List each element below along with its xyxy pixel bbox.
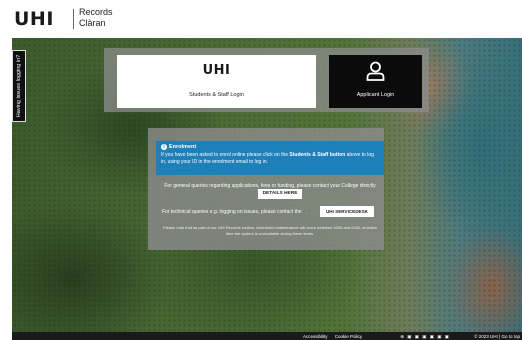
app-title-line2: Clàran	[79, 18, 106, 28]
enrolment-text-bold: Students & Staff button	[289, 152, 346, 158]
footer-bar: Accessibility Cookie Policy ⊕ ▣ ▣ ▣ ▣ ▣ …	[12, 332, 522, 340]
logo-divider	[73, 9, 74, 29]
enrolment-notice: i Enrolment If you have been asked to en…	[156, 141, 384, 175]
cookie-policy-link[interactable]: Cookie Policy	[335, 334, 362, 339]
enrolment-text-before: If you have been asked to enrol online p…	[161, 152, 290, 158]
enrolment-title-text: Enrolment	[169, 144, 197, 150]
help-tab[interactable]: Having issues logging in?	[12, 50, 26, 122]
enrolment-text: If you have been asked to enrol online p…	[161, 152, 379, 166]
copyright-text[interactable]: © 2023 UHI | Go to top	[474, 334, 520, 339]
uhi-servicedesk-button[interactable]: UHI SERVICEDESK	[320, 206, 374, 217]
students-staff-login-button[interactable]: UHI Students & Staff Login	[117, 55, 316, 108]
accessibility-link[interactable]: Accessibility	[303, 334, 328, 339]
header: UHI Records Clàran	[0, 0, 522, 38]
uhi-logo[interactable]: UHI	[14, 8, 54, 30]
app-title: Records Clàran	[79, 7, 113, 29]
page: UHI Records Clàran Having issues logging…	[0, 0, 522, 340]
maintenance-note: Please note that as part of our UHI Reco…	[163, 225, 377, 236]
enrolment-title: i Enrolment	[161, 144, 379, 150]
applicant-login-label: Applicant Login	[356, 92, 395, 98]
app-title-line1: Records	[79, 7, 113, 17]
info-icon: i	[161, 144, 167, 150]
social-icons[interactable]: ⊕ ▣ ▣ ▣ ▣ ▣ ▣	[400, 334, 450, 340]
footer-links: Accessibility Cookie Policy	[297, 334, 362, 339]
students-staff-login-label: Students & Staff Login	[189, 92, 244, 98]
technical-query-text: For technical queries e.g. logging on is…	[162, 209, 302, 215]
uhi-logo-small: UHI	[202, 63, 231, 78]
details-here-button[interactable]: DETAILS HERE	[258, 189, 302, 199]
applicant-login-button[interactable]: Applicant Login	[329, 55, 422, 108]
user-icon	[366, 61, 385, 81]
help-tab-label: Having issues logging in?	[16, 54, 22, 118]
